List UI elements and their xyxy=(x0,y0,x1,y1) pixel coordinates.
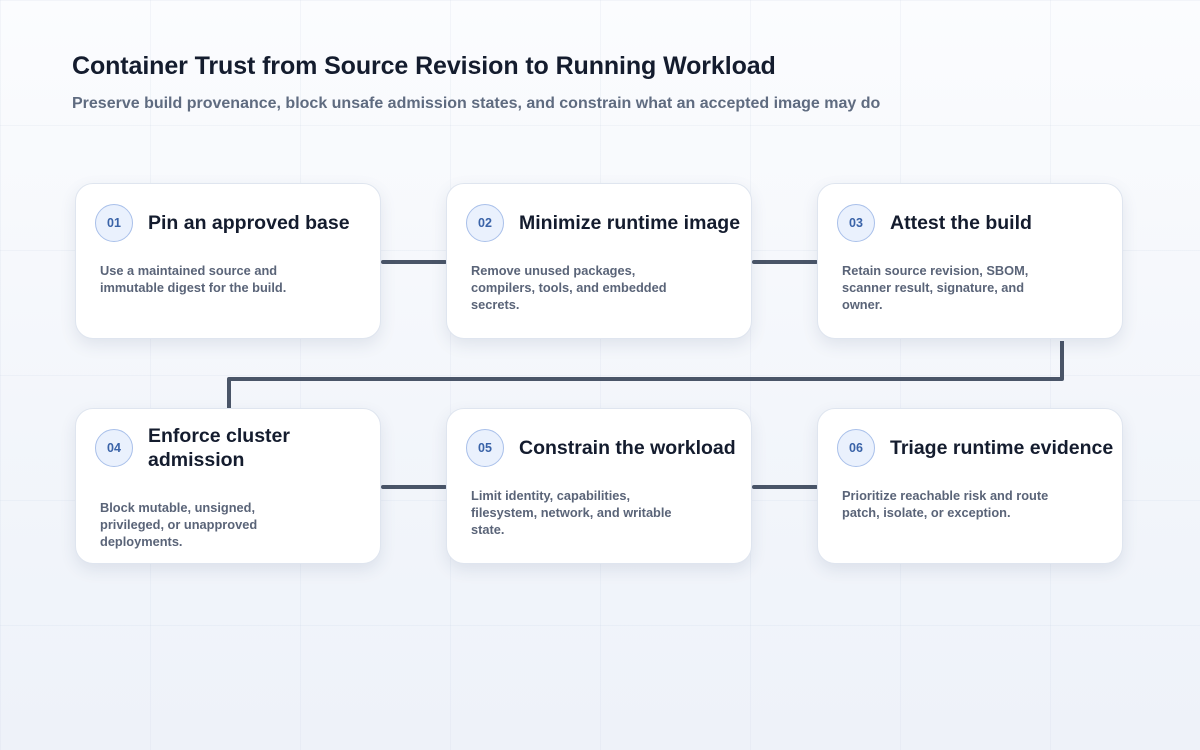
step-description: Block mutable, unsigned, privileged, or … xyxy=(100,500,258,549)
step-description: Prioritize reachable risk and route patc… xyxy=(842,488,1049,520)
step-title: Pin an approved base xyxy=(148,212,350,234)
step-title: Constrain the workload xyxy=(519,437,736,459)
step-description: Remove unused packages, compilers, tools… xyxy=(471,263,667,312)
step-description: Limit identity, capabilities, filesystem… xyxy=(471,488,672,537)
step-number-badge: 01 xyxy=(95,204,133,242)
step-description: Use a maintained source and immutable di… xyxy=(100,263,287,295)
step-title: Attest the build xyxy=(890,212,1032,234)
step-number-badge: 05 xyxy=(466,429,504,467)
step-title: Enforce cluster admission xyxy=(148,425,290,471)
step-number-badge: 04 xyxy=(95,429,133,467)
step-description: Retain source revision, SBOM, scanner re… xyxy=(842,263,1029,312)
step-number-badge: 03 xyxy=(837,204,875,242)
step-card-02: 02 Minimize runtime image Remove unused … xyxy=(446,183,752,339)
connector-03-04 xyxy=(227,341,1064,408)
step-card-06: 06 Triage runtime evidence Prioritize re… xyxy=(817,408,1123,564)
step-card-05: 05 Constrain the workload Limit identity… xyxy=(446,408,752,564)
step-title: Triage runtime evidence xyxy=(890,437,1114,459)
step-card-04: 04 Enforce cluster admission Block mutab… xyxy=(75,408,381,564)
step-number-badge: 02 xyxy=(466,204,504,242)
step-title: Minimize runtime image xyxy=(519,212,741,234)
step-card-03: 03 Attest the build Retain source revisi… xyxy=(817,183,1123,339)
flow-connectors xyxy=(227,260,1064,489)
step-number-badge: 06 xyxy=(837,429,875,467)
step-card-01: 01 Pin an approved base Use a maintained… xyxy=(75,183,381,339)
